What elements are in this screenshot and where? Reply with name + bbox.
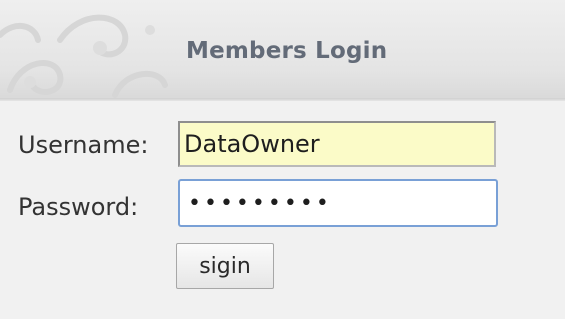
password-input[interactable] [178, 179, 498, 227]
decorative-swirl-icon [0, 14, 168, 98]
username-input[interactable] [178, 121, 496, 167]
username-label: Username: [18, 131, 149, 159]
page-title: Members Login [186, 38, 388, 64]
header-divider [0, 98, 565, 101]
members-login-panel: Members Login Username: Password: sigin [0, 0, 565, 319]
signin-button[interactable]: sigin [176, 243, 274, 289]
panel-header: Members Login [0, 0, 565, 100]
password-label: Password: [18, 193, 139, 221]
